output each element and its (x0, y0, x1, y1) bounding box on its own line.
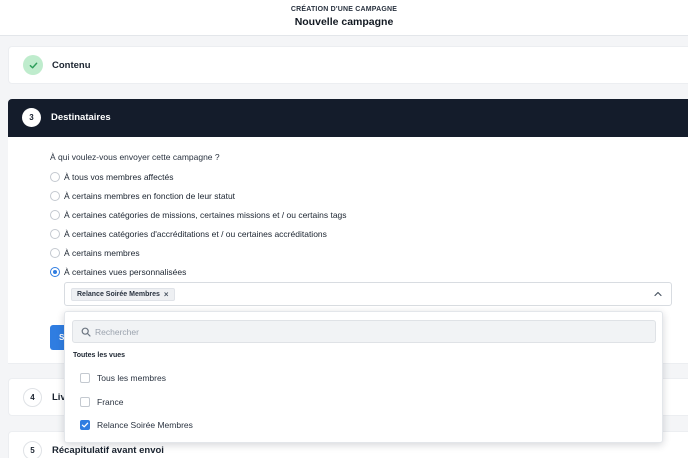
page-header: CRÉATION D'UNE CAMPAGNE Nouvelle campagn… (0, 0, 688, 36)
view-option-label: Relance Soirée Membres (97, 420, 193, 430)
step-number-badge: 3 (22, 108, 41, 127)
step-number-badge: 4 (23, 388, 42, 407)
chevron-up-icon[interactable] (653, 289, 663, 299)
page-overline: CRÉATION D'UNE CAMPAGNE (290, 6, 398, 13)
recipient-option-some-members[interactable]: À certains membres (50, 247, 140, 259)
step-destinataires-header[interactable]: 3 Destinataires (8, 99, 688, 137)
radio-button[interactable] (50, 248, 60, 258)
radio-button-selected[interactable] (50, 267, 60, 277)
radio-button[interactable] (50, 172, 60, 182)
step-recap-title: Récapitulatif avant envoi (52, 445, 164, 456)
option-label: À certains membres (64, 248, 140, 258)
option-label: À tous vos membres affectés (64, 172, 174, 182)
option-label: À certaines catégories d'accréditations … (64, 229, 327, 239)
view-option-france[interactable]: France (80, 396, 123, 408)
step-contenu[interactable]: Contenu (8, 46, 688, 84)
step-destinataires-title: Destinataires (51, 112, 111, 123)
radio-button[interactable] (50, 210, 60, 220)
view-option-relance-soiree[interactable]: Relance Soirée Membres (80, 419, 193, 431)
selected-view-chip: Relance Soirée Membres × (71, 288, 175, 301)
radio-button[interactable] (50, 229, 60, 239)
option-label: À certaines catégories de missions, cert… (64, 210, 347, 220)
recipient-option-by-accreditations[interactable]: À certaines catégories d'accréditations … (50, 228, 327, 240)
step-number-badge: 5 (23, 441, 42, 458)
recipient-option-custom-views[interactable]: À certaines vues personnalisées (50, 266, 186, 278)
view-option-label: France (97, 397, 124, 407)
search-input[interactable] (95, 324, 635, 340)
custom-views-dropdown: Toutes les vues Tous les membres France … (64, 311, 663, 443)
view-option-label: Tous les membres (97, 373, 166, 383)
remove-chip-icon[interactable]: × (164, 290, 169, 299)
check-icon (81, 422, 89, 428)
recipient-option-by-status[interactable]: À certains membres en fonction de leur s… (50, 190, 235, 202)
radio-button[interactable] (50, 191, 60, 201)
search-box[interactable] (72, 320, 656, 343)
option-label: À certaines vues personnalisées (64, 267, 187, 277)
recipients-question: À qui voulez-vous envoyer cette campagne… (50, 152, 220, 162)
views-group-label: Toutes les vues (73, 352, 126, 359)
view-option-all-members[interactable]: Tous les membres (80, 372, 166, 384)
option-label: À certains membres en fonction de leur s… (64, 191, 236, 201)
page-title: Nouvelle campagne (294, 16, 394, 28)
step-contenu-title: Contenu (52, 60, 91, 71)
recipient-option-by-missions[interactable]: À certaines catégories de missions, cert… (50, 209, 347, 221)
checkbox[interactable] (80, 373, 90, 383)
checkbox-checked[interactable] (80, 420, 90, 430)
custom-views-select[interactable]: Relance Soirée Membres × (64, 282, 672, 306)
search-icon (81, 327, 91, 337)
chip-label: Relance Soirée Membres (77, 291, 160, 298)
check-icon (29, 62, 37, 68)
step-completed-badge (23, 55, 43, 75)
checkbox[interactable] (80, 397, 90, 407)
recipient-option-all-members[interactable]: À tous vos membres affectés (50, 171, 173, 183)
